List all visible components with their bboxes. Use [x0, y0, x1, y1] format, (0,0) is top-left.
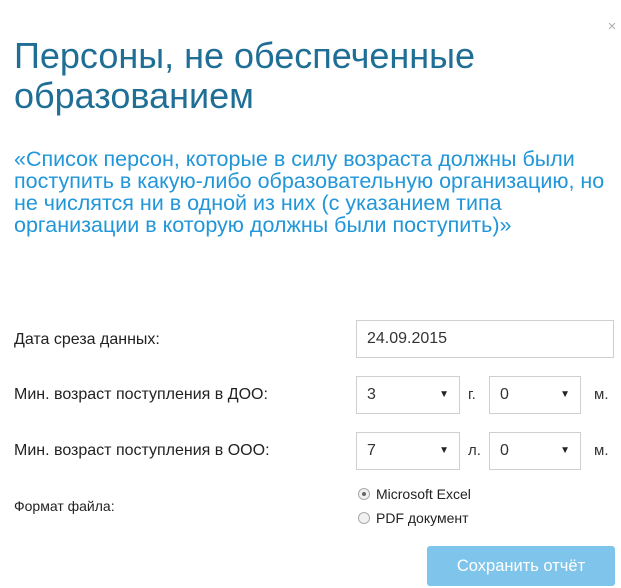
ooo-years-select[interactable]: 7 ▼ [356, 432, 460, 470]
format-label: Формат файла: [14, 498, 115, 514]
chevron-down-icon: ▼ [560, 445, 570, 456]
ooo-age-label: Мин. возраст поступления в ООО: [14, 442, 270, 459]
doo-years-select[interactable]: 3 ▼ [356, 376, 460, 414]
chevron-down-icon: ▼ [439, 389, 449, 400]
doo-months-value: 0 [500, 386, 509, 403]
doo-months-unit: м. [594, 386, 609, 403]
format-option-excel: Microsoft Excel [376, 486, 471, 502]
doo-age-label: Мин. возраст поступления в ДОО: [14, 386, 268, 403]
dialog-title: Персоны, не обеспеченные образованием [14, 35, 476, 116]
close-icon[interactable]: × [605, 19, 619, 34]
report-dialog: × Персоны, не обеспеченные образованием … [0, 0, 621, 588]
date-label: Дата среза данных: [14, 331, 160, 348]
ooo-months-value: 0 [500, 442, 509, 459]
ooo-months-unit: м. [594, 442, 609, 459]
date-input[interactable]: 24.09.2015 [356, 320, 614, 358]
chevron-down-icon: ▼ [560, 389, 570, 400]
format-option-pdf: PDF документ [376, 510, 469, 526]
ooo-years-value: 7 [367, 442, 376, 459]
ooo-years-unit: л. [468, 442, 481, 459]
radio-unselected-icon [358, 512, 370, 524]
format-radio-pdf[interactable]: PDF документ [358, 510, 469, 526]
doo-years-value: 3 [367, 386, 376, 403]
doo-years-unit: г. [468, 386, 476, 403]
radio-selected-icon [358, 488, 370, 500]
doo-months-select[interactable]: 0 ▼ [489, 376, 581, 414]
format-radio-excel[interactable]: Microsoft Excel [358, 486, 471, 502]
save-report-button[interactable]: Сохранить отчёт [427, 546, 615, 586]
chevron-down-icon: ▼ [439, 445, 449, 456]
ooo-months-select[interactable]: 0 ▼ [489, 432, 581, 470]
report-description: «Список персон, которые в силу возраста … [14, 147, 605, 237]
